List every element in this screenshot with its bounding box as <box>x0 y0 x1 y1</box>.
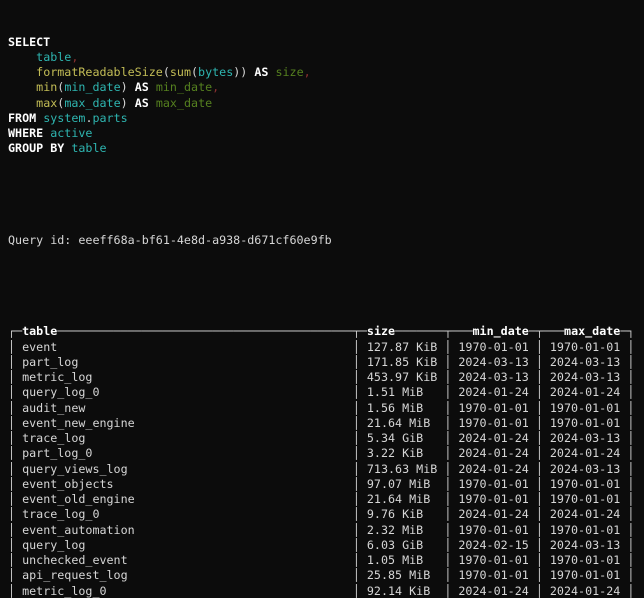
terminal-window: SELECT table, formatReadableSize(sum(byt… <box>0 0 644 598</box>
table-row: │ event │ 127.87 KiB │ 1970-01-01 │ 1970… <box>8 340 644 355</box>
table-row: │ part_log_0 │ 3.22 KiB │ 2024-01-24 │ 2… <box>8 446 644 461</box>
query-line: GROUP BY table <box>8 141 644 156</box>
table-row: │ audit_new │ 1.56 MiB │ 1970-01-01 │ 19… <box>8 401 644 416</box>
query-line: min(min_date) AS min_date, <box>8 80 644 95</box>
table-row: │ api_request_log │ 25.85 MiB │ 1970-01-… <box>8 568 644 583</box>
table-row: │ event_automation │ 2.32 MiB │ 1970-01-… <box>8 523 644 538</box>
query-id-line: Query id: eeeff68a-bf61-4e8d-a938-d671cf… <box>8 233 644 248</box>
table-row: │ query_log │ 6.03 GiB │ 2024-02-15 │ 20… <box>8 538 644 553</box>
query-id-value: eeeff68a-bf61-4e8d-a938-d671cf60e9fb <box>78 233 331 247</box>
table-row: │ event_objects │ 97.07 MiB │ 1970-01-01… <box>8 477 644 492</box>
query-id-label: Query id: <box>8 233 78 247</box>
table-header-row: ┌─table─────────────────────────────────… <box>8 324 644 339</box>
query-line: FROM system.parts <box>8 111 644 126</box>
table-row: │ metric_log_0 │ 92.14 KiB │ 2024-01-24 … <box>8 584 644 598</box>
blank-line-2 <box>8 279 644 294</box>
query-line: SELECT <box>8 35 644 50</box>
table-row: │ query_views_log │ 713.63 MiB │ 2024-01… <box>8 462 644 477</box>
table-row: │ trace_log_0 │ 9.76 KiB │ 2024-01-24 │ … <box>8 507 644 522</box>
table-row: │ metric_log │ 453.97 KiB │ 2024-03-13 │… <box>8 370 644 385</box>
sql-query: SELECT table, formatReadableSize(sum(byt… <box>8 35 644 157</box>
result-table: ┌─table─────────────────────────────────… <box>8 324 644 598</box>
table-row: │ part_log │ 171.85 KiB │ 2024-03-13 │ 2… <box>8 355 644 370</box>
table-row: │ event_old_engine │ 21.64 MiB │ 1970-01… <box>8 492 644 507</box>
query-line: WHERE active <box>8 126 644 141</box>
table-row: │ event_new_engine │ 21.64 MiB │ 1970-01… <box>8 416 644 431</box>
table-row: │ unchecked_event │ 1.05 MiB │ 1970-01-0… <box>8 553 644 568</box>
table-row: │ trace_log │ 5.34 GiB │ 2024-01-24 │ 20… <box>8 431 644 446</box>
blank-line-1 <box>8 187 644 202</box>
table-row: │ query_log_0 │ 1.51 MiB │ 2024-01-24 │ … <box>8 385 644 400</box>
query-line: max(max_date) AS max_date <box>8 96 644 111</box>
query-line: formatReadableSize(sum(bytes)) AS size, <box>8 65 644 80</box>
query-line: table, <box>8 50 644 65</box>
